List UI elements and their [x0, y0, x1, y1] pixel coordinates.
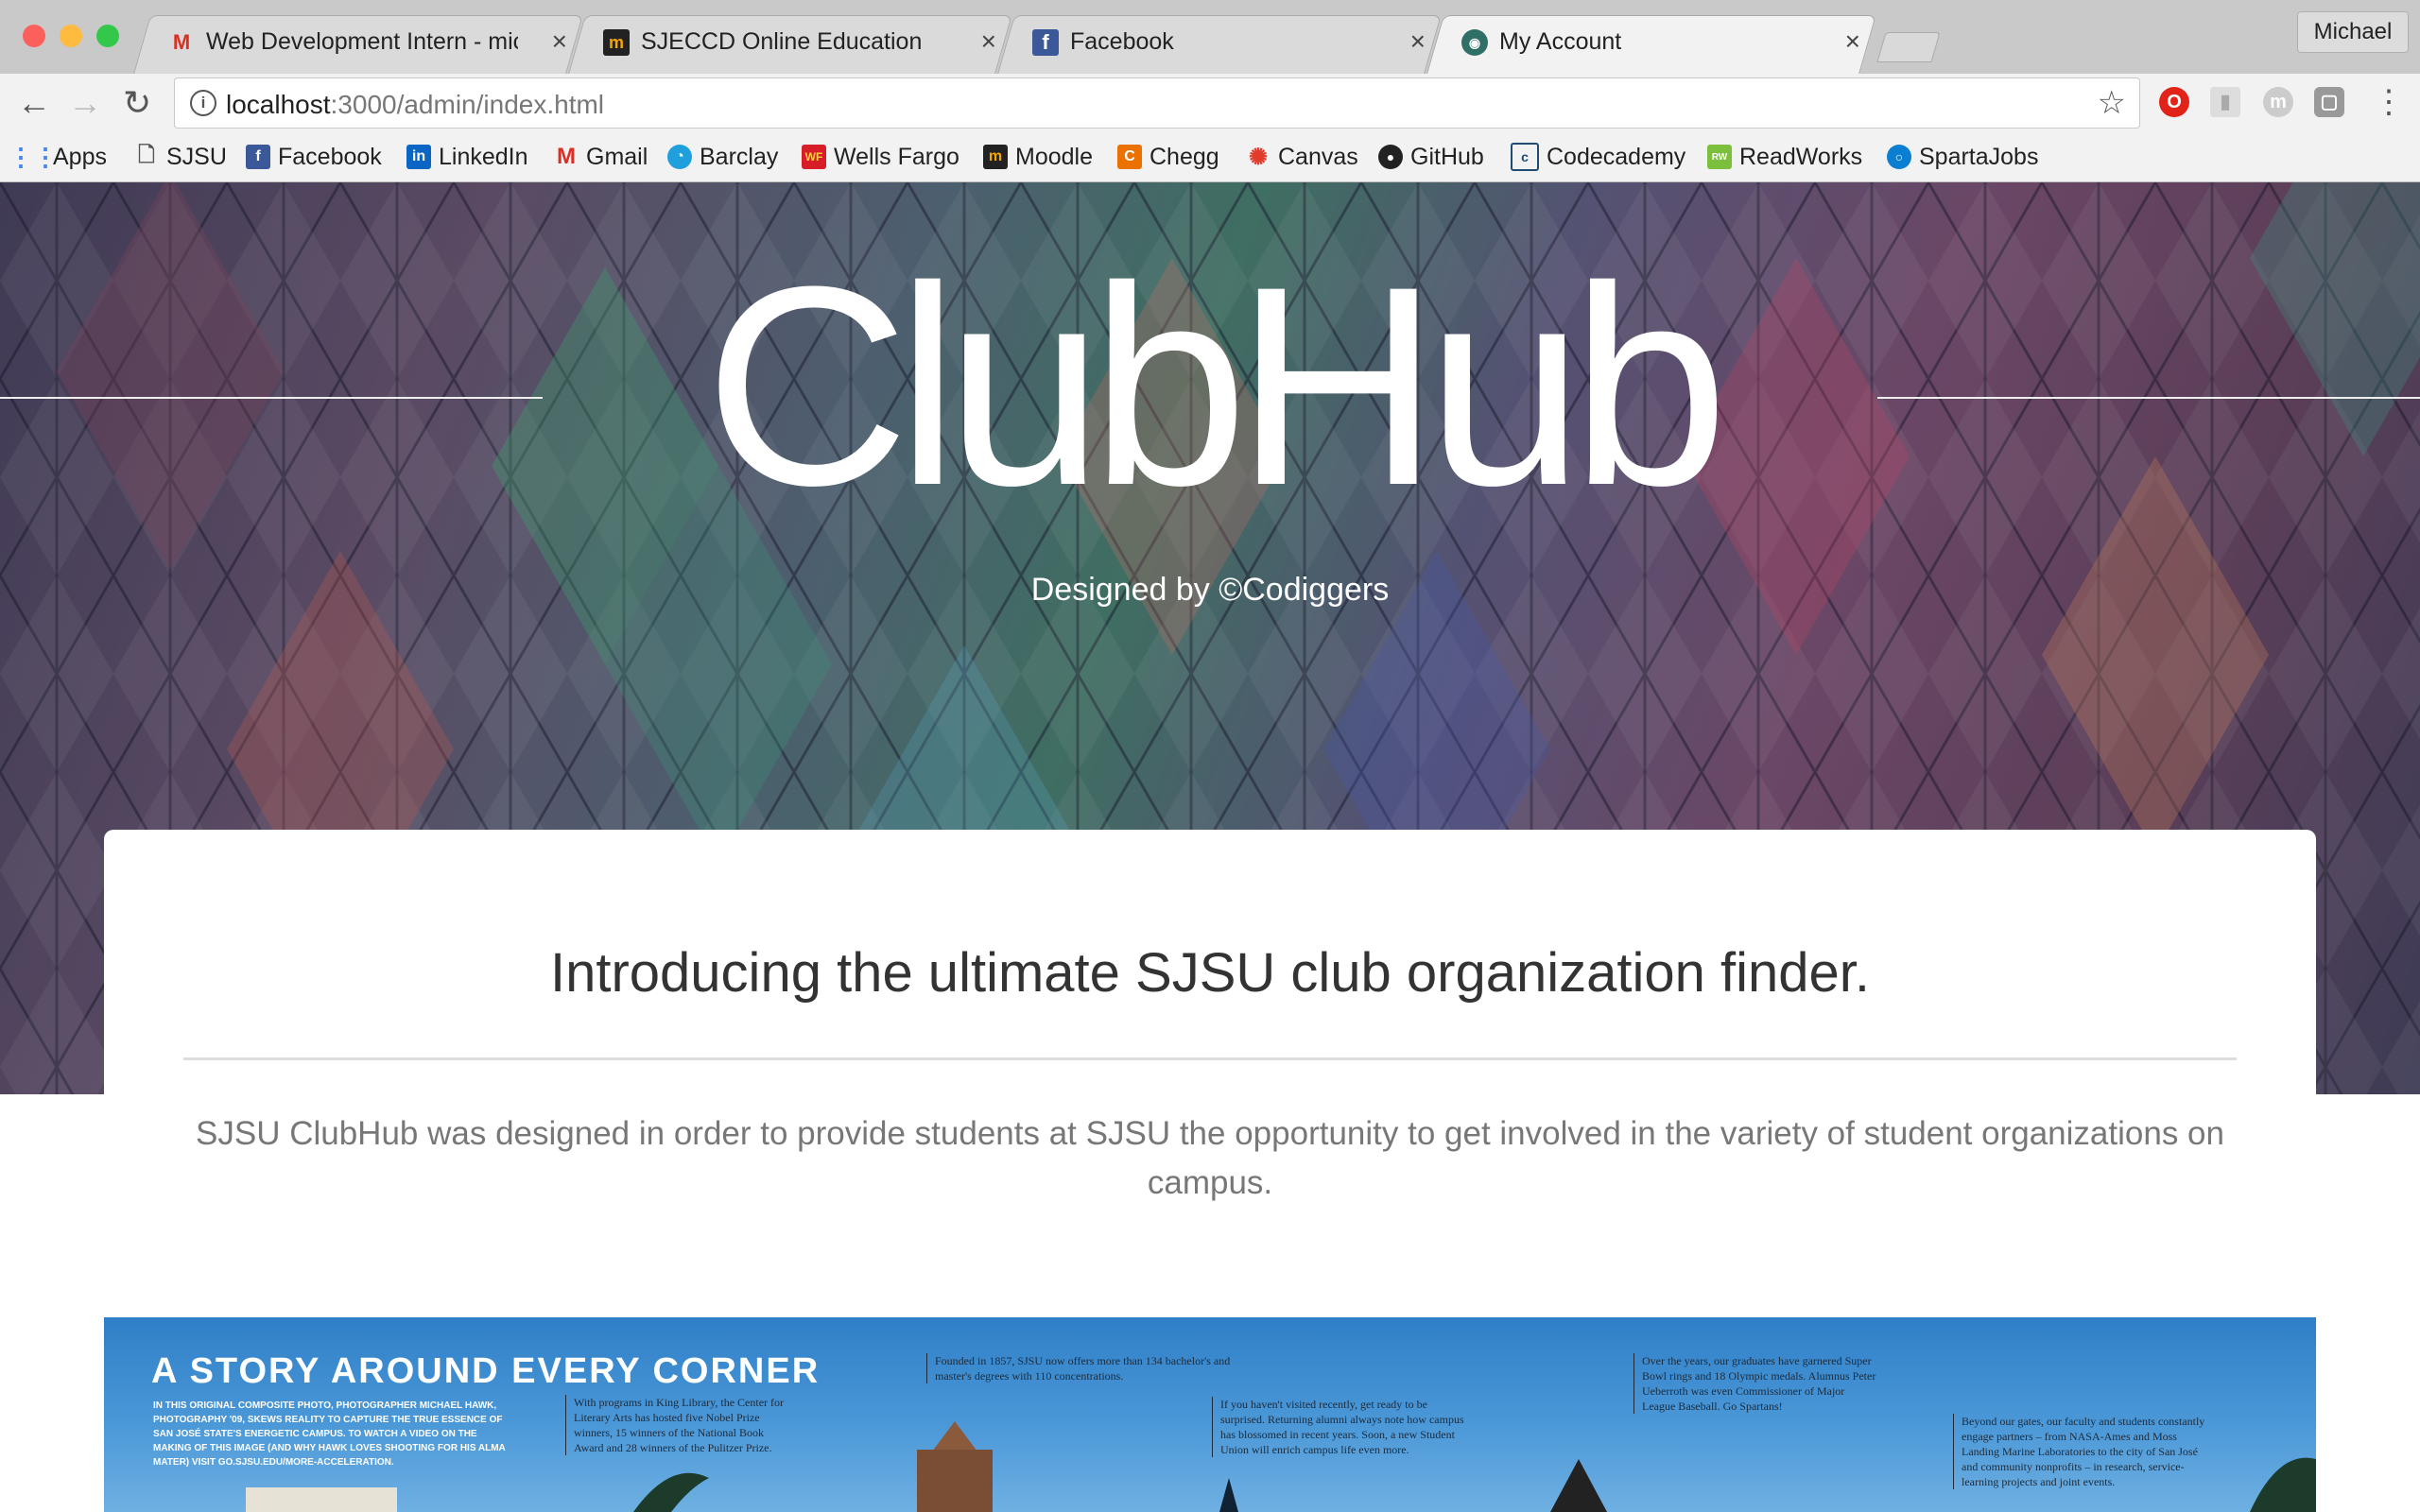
- gmail-icon: M: [557, 144, 576, 169]
- poster-column: With programs in King Library, the Cente…: [565, 1395, 789, 1455]
- extension-icon[interactable]: ▢: [2314, 87, 2344, 117]
- poster-title: A STORY AROUND EVERY CORNER: [151, 1351, 821, 1391]
- menu-dots-icon[interactable]: ⋮: [2373, 83, 2405, 121]
- facebook-icon: f: [246, 145, 270, 169]
- codecademy-icon: c: [1511, 143, 1539, 171]
- close-tab-icon[interactable]: ×: [552, 26, 567, 57]
- new-tab-button[interactable]: [1876, 32, 1941, 62]
- poster-caption: IN THIS ORIGINAL COMPOSITE PHOTO, PHOTOG…: [153, 1400, 506, 1468]
- browser-toolbar: ← → ↻ i localhost:3000/admin/index.html …: [0, 74, 2420, 132]
- url-text[interactable]: localhost:3000/admin/index.html: [226, 90, 604, 120]
- bookmark-chegg[interactable]: C Chegg: [1117, 142, 1219, 172]
- extension-m-icon[interactable]: m: [2263, 87, 2293, 117]
- facebook-icon: f: [1032, 29, 1059, 56]
- profile-button[interactable]: Michael: [2297, 11, 2409, 53]
- close-tab-icon[interactable]: ×: [1410, 26, 1426, 57]
- bookmark-github[interactable]: ● GitHub: [1378, 142, 1484, 172]
- bookmark-readworks[interactable]: RW ReadWorks: [1707, 142, 1862, 172]
- chegg-icon: C: [1117, 145, 1142, 169]
- bookmark-spartajobs[interactable]: ○ SpartaJobs: [1887, 142, 2038, 172]
- gmail-icon: M: [172, 30, 191, 54]
- info-icon[interactable]: i: [190, 90, 216, 116]
- zoom-window-button[interactable]: [96, 25, 119, 47]
- reload-icon[interactable]: ↻: [123, 83, 151, 123]
- browser-tab[interactable]: m SJECCD Online Education ×: [568, 15, 1012, 74]
- bookmark-linkedin[interactable]: in LinkedIn: [406, 142, 528, 172]
- bookmark-gmail[interactable]: M Gmail: [554, 142, 648, 172]
- bookmark-canvas[interactable]: ✺ Canvas: [1246, 142, 1358, 172]
- browser-tab-bar: M Web Development Intern - mic × m SJECC…: [0, 0, 2420, 74]
- forward-arrow-icon[interactable]: →: [68, 83, 102, 123]
- back-arrow-icon[interactable]: ←: [17, 83, 51, 123]
- tab-title: My Account: [1499, 28, 1622, 55]
- bookmark-facebook[interactable]: f Facebook: [246, 142, 382, 172]
- opera-extension-icon[interactable]: O: [2159, 87, 2189, 117]
- intro-divider: [183, 1057, 2237, 1060]
- spartajobs-icon: ○: [1887, 145, 1911, 169]
- minimize-window-button[interactable]: [60, 25, 82, 47]
- bookmark-sjsu[interactable]: 🗋 SJSU: [134, 142, 227, 172]
- poster-column: If you haven't visited recently, get rea…: [1212, 1397, 1472, 1457]
- close-tab-icon[interactable]: ×: [1845, 26, 1860, 57]
- tab-title: SJECCD Online Education: [641, 28, 923, 55]
- poster-column: Over the years, our graduates have garne…: [1634, 1353, 1876, 1414]
- tab-title: Facebook: [1070, 28, 1174, 55]
- browser-tab-active[interactable]: ◉ My Account ×: [1426, 15, 1876, 74]
- account-icon: ◉: [1461, 29, 1488, 56]
- wells-fargo-icon: WF: [802, 145, 826, 169]
- close-window-button[interactable]: [23, 25, 45, 47]
- page-icon: 🗋: [138, 143, 155, 166]
- bookmark-wells-fargo[interactable]: WF Wells Fargo: [802, 142, 959, 172]
- moodle-icon: m: [983, 145, 1008, 169]
- linkedin-icon: in: [406, 145, 431, 169]
- bookmarks-bar: ⋮⋮ Apps 🗋 SJSU f Facebook in LinkedIn M …: [0, 132, 2420, 182]
- poster-column: Founded in 1857, SJSU now offers more th…: [926, 1353, 1234, 1383]
- site-title: ClubHub: [704, 227, 1728, 544]
- browser-tab[interactable]: M Web Development Intern - mic ×: [133, 15, 583, 74]
- poster-column: Beyond our gates, our faculty and studen…: [1953, 1414, 2205, 1489]
- browser-tab[interactable]: f Facebook ×: [997, 15, 1442, 74]
- readworks-icon: RW: [1707, 145, 1732, 169]
- barclay-icon: ◔: [667, 145, 692, 169]
- address-bar[interactable]: i localhost:3000/admin/index.html ☆: [174, 77, 2140, 129]
- intro-heading: Introducing the ultimate SJSU club organ…: [549, 942, 1871, 1004]
- canvas-icon: ✺: [1248, 144, 1269, 170]
- bookmark-barclay[interactable]: ◔ Barclay: [667, 142, 778, 172]
- bookmark-codecademy[interactable]: c Codecademy: [1511, 142, 1685, 172]
- bookmark-apps[interactable]: ⋮⋮ Apps: [9, 142, 107, 172]
- bookmark-star-icon[interactable]: ☆: [2098, 84, 2126, 122]
- extension-icon[interactable]: ▮: [2210, 87, 2240, 117]
- apps-grid-icon: ⋮⋮: [9, 142, 58, 171]
- bookmark-moodle[interactable]: m Moodle: [983, 142, 1093, 172]
- moodle-icon: m: [603, 29, 630, 56]
- github-icon: ●: [1378, 145, 1403, 169]
- close-tab-icon[interactable]: ×: [981, 26, 996, 57]
- site-credit: Designed by ©Codiggers: [1030, 572, 1390, 608]
- campus-poster-image: A STORY AROUND EVERY CORNER IN THIS ORIG…: [104, 1317, 2316, 1512]
- intro-description: SJSU ClubHub was designed in order to pr…: [196, 1115, 2224, 1201]
- tab-title: Web Development Intern - mic: [206, 28, 518, 55]
